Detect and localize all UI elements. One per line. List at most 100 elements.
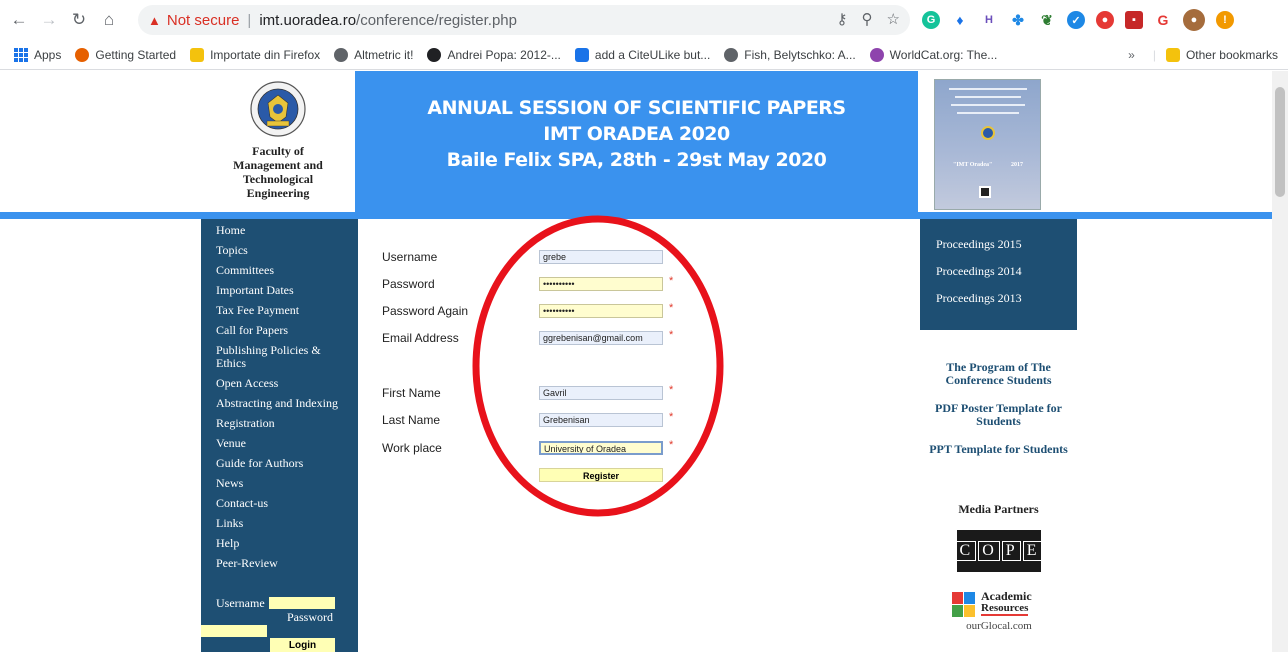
leaf-icon[interactable]: ❦ xyxy=(1038,11,1056,29)
badge-icon[interactable]: ▪ xyxy=(1125,11,1143,29)
bookmark-andrei-popa[interactable]: Andrei Popa: 2012-... xyxy=(427,47,561,62)
poster-template-link[interactable]: PDF Poster Template for Students xyxy=(920,402,1077,428)
student-resources: The Program of The Conference Students P… xyxy=(920,361,1077,471)
login-button[interactable]: Login xyxy=(270,638,335,652)
nav-links[interactable]: Links xyxy=(216,517,358,530)
bookmarks-right: » | Other bookmarks xyxy=(1128,48,1278,62)
required-mark: * xyxy=(669,411,674,423)
firefox-icon xyxy=(75,47,90,62)
proceedings-2014-link[interactable]: Proceedings 2014 xyxy=(936,264,1077,279)
work-place-input[interactable]: University of Oradea xyxy=(539,441,663,455)
nav-registration[interactable]: Registration xyxy=(216,417,358,430)
university-emblem-icon xyxy=(250,81,306,137)
proceedings-2015-link[interactable]: Proceedings 2015 xyxy=(936,237,1077,252)
username-label: Username xyxy=(382,250,438,264)
zoom-icon[interactable]: ⚲ xyxy=(862,10,873,28)
shield-red-icon[interactable]: ● xyxy=(1096,11,1114,29)
nav-help[interactable]: Help xyxy=(216,537,358,550)
banner-title: ANNUAL SESSION OF SCIENTIFIC PAPERS xyxy=(427,97,846,119)
warning-icon: ▲ xyxy=(148,12,161,28)
username-input[interactable]: grebe xyxy=(539,250,663,264)
first-name-label: First Name xyxy=(382,386,441,400)
bookmark-citeulike[interactable]: add a CiteULike but... xyxy=(574,47,710,62)
proceedings-2013-link[interactable]: Proceedings 2013 xyxy=(936,291,1077,306)
first-name-input[interactable]: Gavril xyxy=(539,386,663,400)
cope-logo[interactable]: COPE xyxy=(955,530,1043,572)
nav-peer-review[interactable]: Peer-Review xyxy=(216,557,358,570)
banner-subtitle: IMT ORADEA 2020 xyxy=(543,123,730,145)
other-bookmarks[interactable]: Other bookmarks xyxy=(1186,48,1278,62)
login-password-input[interactable] xyxy=(201,625,267,637)
security-label: Not secure xyxy=(166,11,240,29)
work-place-label: Work place xyxy=(382,441,442,455)
address-bar[interactable]: ▲ Not secure | imt.uoradea.ro/conference… xyxy=(138,5,910,35)
resources-text: Resources xyxy=(981,602,1029,616)
email-input[interactable]: ggrebenisan@gmail.com xyxy=(539,331,663,345)
more-bookmarks-button[interactable]: » xyxy=(1128,48,1135,62)
folder-icon xyxy=(1165,48,1180,62)
key-icon[interactable]: ⚷ xyxy=(837,10,848,28)
nav-abstracting-indexing[interactable]: Abstracting and Indexing xyxy=(216,397,358,410)
nav-call-for-papers[interactable]: Call for Papers xyxy=(216,324,358,337)
bookmark-apps[interactable]: Apps xyxy=(14,47,61,62)
bookmarks-bar: Apps Getting Started Importate din Firef… xyxy=(0,40,1288,70)
nav-committees[interactable]: Committees xyxy=(216,264,358,277)
grammarly-icon[interactable]: G xyxy=(922,11,940,29)
puzzle-icon[interactable]: ✤ xyxy=(1009,11,1027,29)
bookmark-altmetric[interactable]: Altmetric it! xyxy=(334,47,413,62)
nav-venue[interactable]: Venue xyxy=(216,437,358,450)
register-button[interactable]: Register xyxy=(539,468,663,482)
page-scrollbar[interactable] xyxy=(1272,71,1288,652)
password-again-input[interactable]: •••••••••• xyxy=(539,304,663,318)
bookmark-worldcat[interactable]: WorldCat.org: The... xyxy=(869,47,997,62)
back-icon[interactable]: ← xyxy=(8,9,30,31)
proceedings-cover-image[interactable]: "IMT Oradea" 2017 xyxy=(934,79,1041,210)
bookmark-importate[interactable]: Importate din Firefox xyxy=(190,47,320,62)
circle-check-icon[interactable]: ✓ xyxy=(1067,11,1085,29)
profile-icon[interactable]: ● xyxy=(1183,9,1205,31)
password-input[interactable]: •••••••••• xyxy=(539,277,663,291)
home-icon[interactable]: ⌂ xyxy=(98,9,120,31)
nav-guide-for-authors[interactable]: Guide for Authors xyxy=(216,457,358,470)
nav-publishing-policies[interactable]: Publishing Policies & Ethics xyxy=(216,344,341,370)
faculty-name-line: Technological xyxy=(242,172,314,186)
url-host: imt.uoradea.ro xyxy=(259,11,357,29)
nav-home[interactable]: Home xyxy=(216,224,358,237)
nav-topics[interactable]: Topics xyxy=(216,244,358,257)
banner-location: Baile Felix SPA, 28th - 29st May 2020 xyxy=(446,149,827,171)
alert-icon[interactable]: ! xyxy=(1216,11,1234,29)
nav-news[interactable]: News xyxy=(216,477,358,490)
h-icon[interactable]: H xyxy=(980,11,998,29)
faculty-logo-area: Faculty of Management and Technological … xyxy=(201,71,355,212)
puzzle-logo-icon xyxy=(952,592,975,617)
g-icon[interactable]: G xyxy=(1154,11,1172,29)
nav-important-dates[interactable]: Important Dates xyxy=(216,284,358,297)
first-name-row: First Name Gavril * xyxy=(382,384,702,402)
worldcat-icon xyxy=(869,47,884,62)
nav-contact-us[interactable]: Contact-us xyxy=(216,497,358,510)
url-path: /conference/register.php xyxy=(356,11,517,29)
reload-icon[interactable]: ↻ xyxy=(68,9,90,31)
cover-year: 2017 xyxy=(1011,162,1023,168)
required-mark: * xyxy=(669,384,674,396)
scrollbar-thumb[interactable] xyxy=(1275,87,1285,197)
shield-icon[interactable]: ♦ xyxy=(951,11,969,29)
nav-open-access[interactable]: Open Access xyxy=(216,377,358,390)
last-name-input[interactable]: Grebenisan xyxy=(539,413,663,427)
password-row: Password •••••••••• * xyxy=(382,275,702,293)
forward-icon[interactable]: → xyxy=(38,9,60,31)
login-username-input[interactable] xyxy=(269,597,335,609)
ourglocal-text: ourGlocal.com xyxy=(966,620,1032,632)
program-students-link[interactable]: The Program of The Conference Students xyxy=(920,361,1077,387)
globe-icon xyxy=(334,47,349,62)
dark-circle-icon xyxy=(427,47,442,62)
bookmark-getting-started[interactable]: Getting Started xyxy=(75,47,176,62)
star-icon[interactable]: ☆ xyxy=(887,10,900,28)
required-mark: * xyxy=(669,302,674,314)
nav-tax-fee-payment[interactable]: Tax Fee Payment xyxy=(216,304,358,317)
cover-logo-icon xyxy=(979,186,991,198)
bookmark-fish[interactable]: Fish, Belytschko: A... xyxy=(724,47,856,62)
globe-icon xyxy=(724,47,739,62)
academic-resources-logo[interactable]: Academic Resources ourGlocal.com xyxy=(949,587,1049,639)
ppt-template-link[interactable]: PPT Template for Students xyxy=(920,443,1077,456)
